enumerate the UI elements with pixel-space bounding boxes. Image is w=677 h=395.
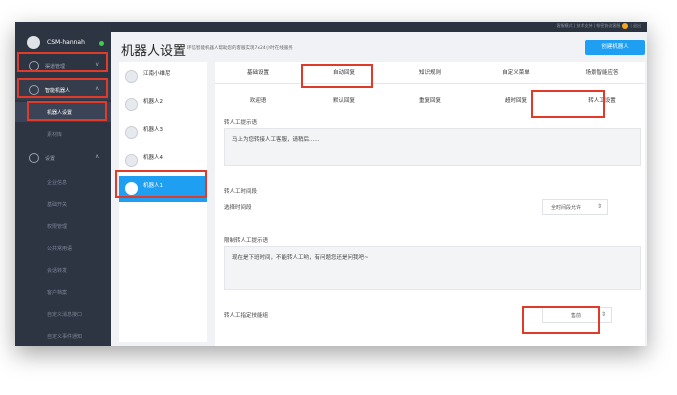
robot-avatar-icon	[125, 70, 138, 83]
robot-avatar-icon	[125, 126, 138, 139]
sidebar-item-custom-message-api[interactable]: 自定义消息接口	[15, 304, 111, 324]
sidebar-item-custom-event-notify[interactable]: 自定义事件通知	[15, 326, 111, 346]
time-range-value: 全时间段允许	[551, 205, 582, 211]
annotation-box	[522, 306, 600, 334]
transfer-prompt-textarea[interactable]: 马上为您转接人工客服，请稍后......	[224, 128, 641, 166]
user-row[interactable]: CSM-hannah	[15, 30, 111, 54]
sidebar-item-label: 客户档案	[47, 290, 68, 296]
robot-name: 江南小维尼	[143, 71, 171, 77]
sidebar-item-label: 素材库	[47, 132, 63, 138]
sidebar-item-customer-profile[interactable]: 客户档案	[15, 282, 111, 302]
robot-item[interactable]: 机器人3	[119, 120, 207, 146]
sidebar-item-label: 设置	[45, 156, 56, 162]
annotation-box	[17, 78, 108, 98]
select-arrow-icon: ⇕	[596, 203, 602, 210]
robot-name: 机器人2	[143, 99, 163, 105]
annotation-box	[17, 52, 108, 72]
robot-name: 机器人4	[143, 155, 163, 161]
top-links-text[interactable]: 客服模式 | 技术支持 | 帐密协议客服	[557, 23, 621, 28]
page-title: 机器人设置	[121, 44, 187, 59]
select-arrow-icon: ⇕	[600, 311, 606, 318]
time-range-select[interactable]: 全时间段允许 ⇕	[542, 199, 608, 215]
tab-custom-menu[interactable]: 自定义菜单	[473, 62, 559, 84]
primary-tabs: 基础设置 自动回复 知识规则 自定义菜单 场景智能应答	[215, 62, 645, 84]
sidebar-item-basic-switches[interactable]: 基础开关	[15, 194, 111, 214]
sidebar-item-permissions[interactable]: 权限管理	[15, 216, 111, 236]
sidebar-item-label: 自定义消息接口	[47, 312, 83, 318]
robot-item[interactable]: 机器人2	[119, 92, 207, 118]
transfer-prompt-text: 马上为您转接人工客服，请稍后......	[232, 137, 320, 143]
sidebar-item-settings[interactable]: 设置 ∧	[15, 148, 111, 168]
skill-group-label: 转人工指定技能组	[224, 313, 269, 319]
chevron-up-icon: ∧	[95, 153, 100, 160]
sidebar-item-common-phrases[interactable]: 公共常用语	[15, 238, 111, 258]
sidebar-item-label: 自定义事件通知	[47, 334, 83, 340]
annotation-box	[115, 170, 207, 198]
limit-prompt-text: 现在是下班时间，不能转人工哟，有问题您还是问我吧~	[232, 255, 369, 261]
tab-scene-smart-reply[interactable]: 场景智能应答	[559, 62, 645, 84]
top-links[interactable]: 客服模式 | 技术支持 | 帐密协议客服 | 退出	[557, 23, 641, 29]
robot-avatar-icon	[125, 98, 138, 111]
robot-list: 江南小维尼 机器人2 机器人3 机器人4 机器人1	[119, 62, 207, 342]
sidebar-item-material-library[interactable]: 素材库	[15, 124, 111, 144]
annotation-box	[301, 64, 373, 88]
robot-item[interactable]: 江南小维尼	[119, 64, 207, 90]
sidebar-item-label: 基础开关	[47, 202, 68, 208]
create-robot-button[interactable]: 创建机器人	[585, 40, 645, 55]
sidebar-item-session-transfer[interactable]: 会话转发	[15, 260, 111, 280]
tab-knowledge-rules[interactable]: 知识规则	[387, 62, 473, 84]
sidebar-item-label: 权限管理	[47, 224, 68, 230]
robot-name: 机器人3	[143, 127, 163, 133]
tab-welcome[interactable]: 欢迎语	[215, 90, 301, 112]
page-subtitle: 环信智能机器人帮助您的客服实现7x24小时在线服务	[187, 46, 293, 51]
limit-prompt-textarea[interactable]: 现在是下班时间，不能转人工哟，有问题您还是问我吧~	[224, 246, 641, 290]
tab-basic-settings[interactable]: 基础设置	[215, 62, 301, 84]
avatar	[27, 36, 40, 49]
online-status-icon	[99, 41, 104, 46]
notification-badge-icon	[622, 23, 629, 29]
sidebar-item-company-info[interactable]: 企业信息	[15, 172, 111, 192]
sidebar-item-label: 会话转发	[47, 268, 68, 274]
annotation-box	[531, 90, 605, 118]
choose-time-label: 选择时间段	[224, 205, 252, 211]
sidebar-item-label: 企业信息	[47, 180, 68, 186]
robot-avatar-icon	[125, 154, 138, 167]
user-name: CSM-hannah	[47, 39, 85, 46]
sidebar-item-label: 公共常用语	[47, 246, 73, 252]
settings-icon	[29, 153, 39, 163]
app-window: 客服模式 | 技术支持 | 帐密协议客服 | 退出 CSM-hannah 渠道管理…	[15, 22, 647, 346]
annotation-box	[27, 101, 107, 121]
transfer-prompt-label: 转人工提示语	[224, 120, 258, 126]
limit-prompt-label: 限制转人工提示语	[224, 238, 269, 244]
tab-repeat-reply[interactable]: 重复回复	[387, 90, 473, 112]
transfer-time-label: 转人工时间段	[224, 189, 258, 195]
tab-default-reply[interactable]: 默认回复	[301, 90, 387, 112]
logout-link[interactable]: | 退出	[630, 23, 641, 28]
